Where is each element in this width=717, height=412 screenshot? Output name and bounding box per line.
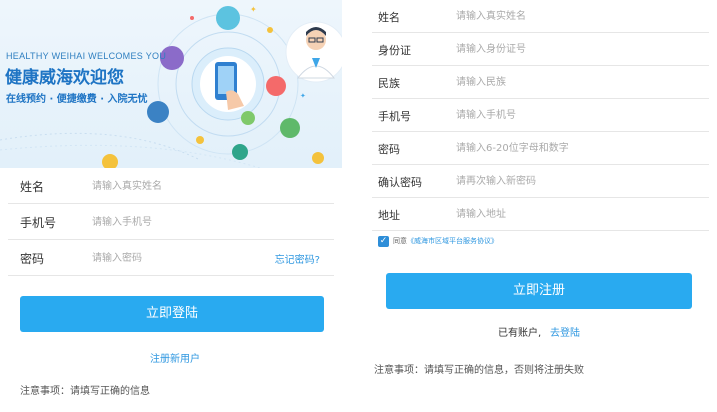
register-row-id: 身份证 — [366, 33, 709, 66]
divider — [372, 230, 709, 231]
phone-label: 手机号 — [378, 110, 411, 123]
ethnicity-input[interactable] — [456, 74, 656, 90]
phone-label: 手机号 — [20, 216, 57, 230]
register-button[interactable]: 立即注册 — [386, 273, 692, 309]
service-agreement-link[interactable]: 《威海市区域平台服务协议》 — [407, 236, 498, 247]
divider — [8, 275, 334, 276]
phone-input[interactable] — [456, 107, 656, 123]
register-row-phone: 手机号 — [366, 99, 709, 132]
name-input[interactable] — [456, 8, 656, 24]
id-card-input[interactable] — [456, 41, 656, 57]
register-note: 注意事项：请填写正确的信息，否则将注册失败 — [374, 365, 584, 376]
confirm-password-label: 确认密码 — [378, 176, 422, 189]
have-account-text: 已有账户, — [498, 328, 542, 339]
banner-tagline: 在线预约 · 便捷缴费 · 入院无忧 — [6, 94, 148, 105]
login-panel: ✦ ✦ HEALTHY WEIHAI WELCOMES YOU 健康威海欢迎您 … — [0, 0, 342, 412]
login-row-password: 密码 忘记密码? — [0, 240, 342, 276]
password-input[interactable] — [92, 249, 262, 267]
agree-label: 同意 — [393, 237, 407, 245]
register-row-address: 地址 — [366, 198, 709, 231]
ethnicity-label: 民族 — [378, 77, 400, 90]
address-label: 地址 — [378, 209, 400, 222]
svg-text:✦: ✦ — [250, 5, 257, 14]
register-row-ethnicity: 民族 — [366, 66, 709, 99]
forgot-password-link[interactable]: 忘记密码? — [275, 251, 320, 266]
login-button[interactable]: 立即登陆 — [20, 296, 324, 332]
confirm-password-input[interactable] — [456, 173, 656, 189]
phone-input[interactable] — [92, 213, 262, 231]
name-label: 姓名 — [20, 180, 45, 194]
banner-subtitle: HEALTHY WEIHAI WELCOMES YOU — [6, 51, 167, 61]
banner-title: 健康威海欢迎您 — [5, 68, 124, 88]
register-row-name: 姓名 — [366, 0, 709, 33]
password-label: 密码 — [378, 143, 400, 156]
password-label: 密码 — [20, 252, 45, 266]
register-row-confirm-password: 确认密码 — [366, 165, 709, 198]
register-new-user-link[interactable]: 注册新用户 — [150, 350, 200, 365]
name-input[interactable] — [92, 177, 262, 195]
agree-checkbox[interactable]: ✓ — [378, 236, 389, 247]
login-banner: ✦ ✦ HEALTHY WEIHAI WELCOMES YOU 健康威海欢迎您 … — [0, 0, 342, 168]
address-input[interactable] — [456, 206, 656, 222]
register-row-password: 密码 — [366, 132, 709, 165]
login-row-name: 姓名 — [0, 168, 342, 204]
password-input[interactable] — [456, 140, 656, 156]
svg-text:✦: ✦ — [300, 92, 306, 100]
login-note: 注意事项：请填写正确的信息 — [20, 386, 150, 397]
register-panel: 姓名 身份证 民族 手机号 密码 确认密码 地址 ✓ 同意 《威海市区域平台服务… — [366, 0, 717, 412]
name-label: 姓名 — [378, 11, 400, 24]
login-row-phone: 手机号 — [0, 204, 342, 240]
id-card-label: 身份证 — [378, 44, 411, 57]
go-login-link[interactable]: 去登陆 — [550, 324, 580, 339]
